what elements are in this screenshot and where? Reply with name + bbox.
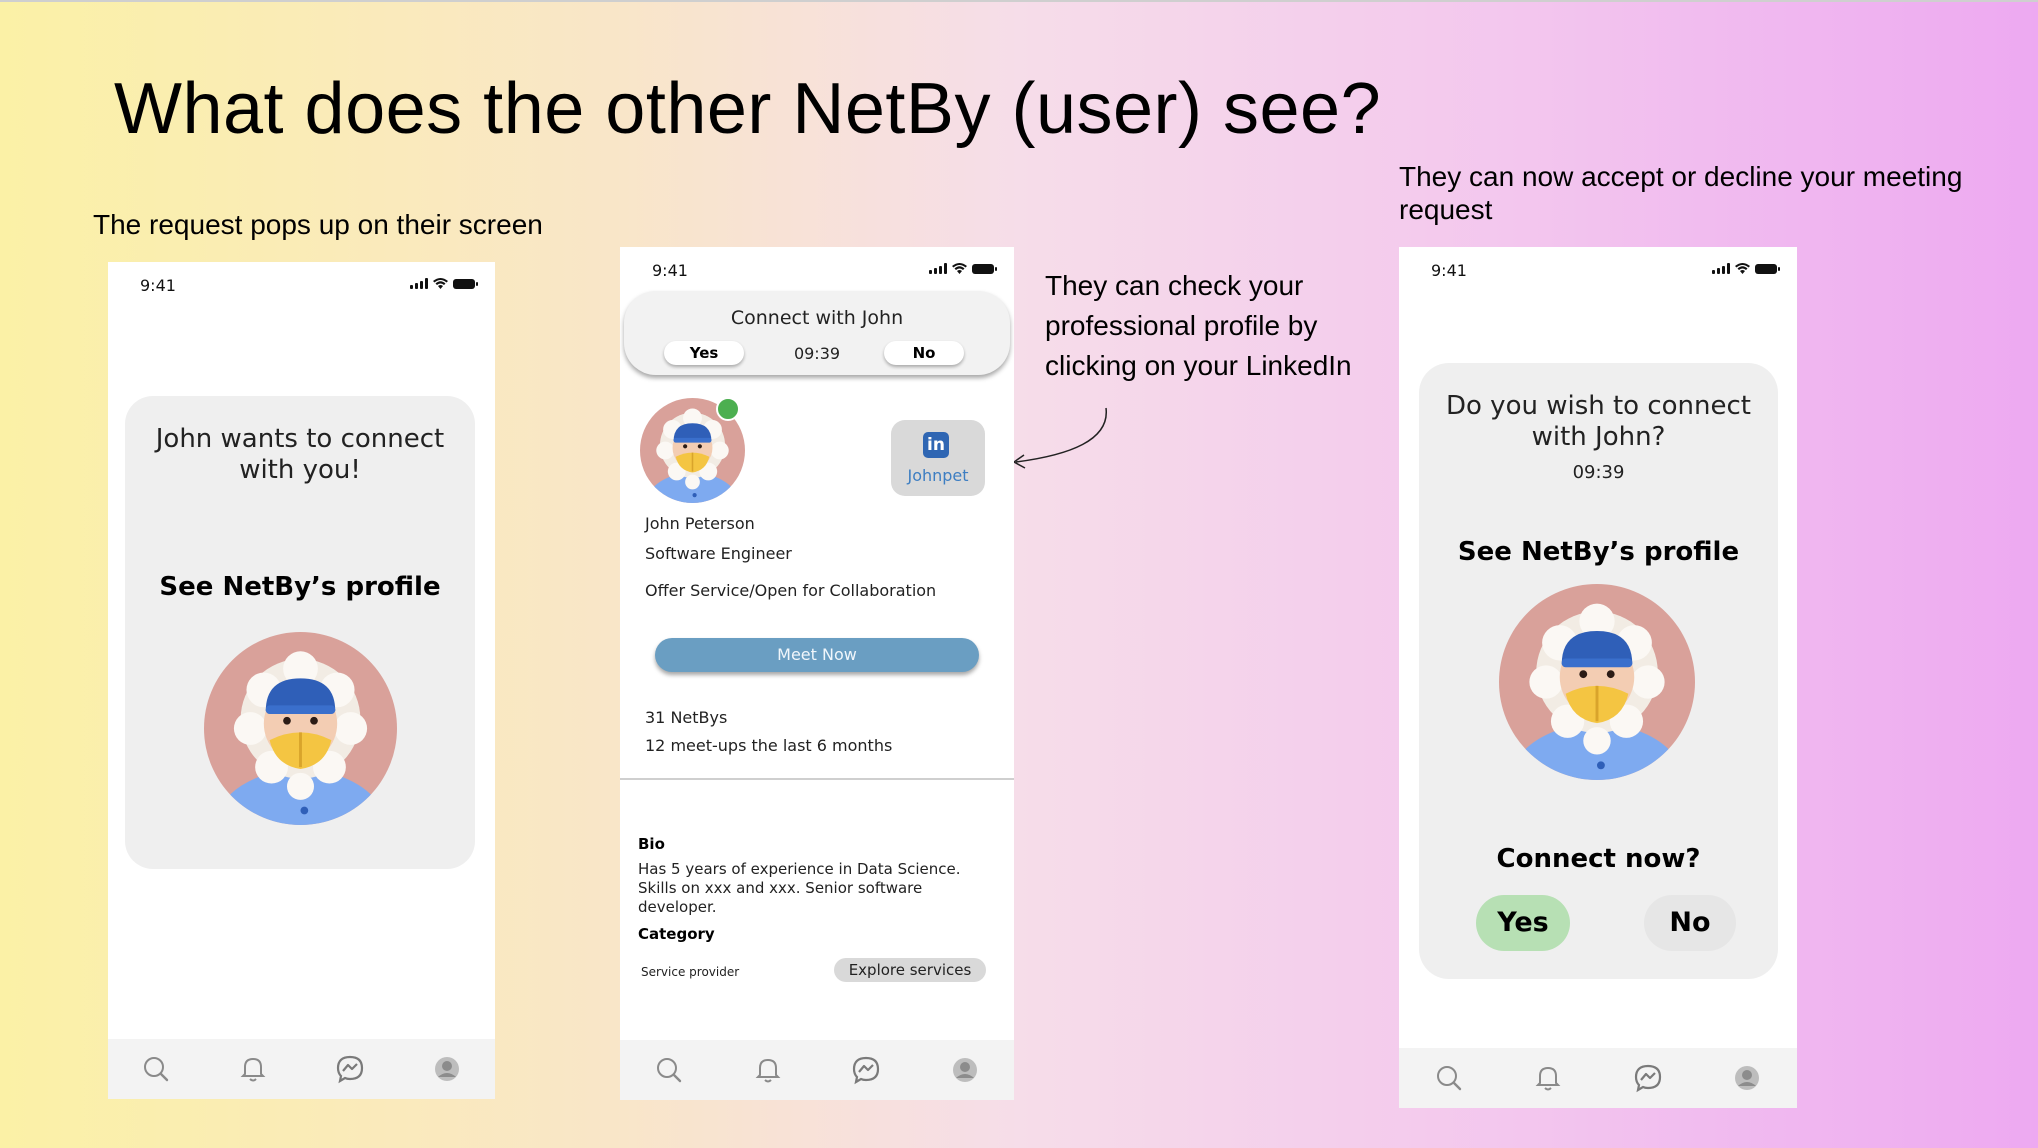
section-divider: [620, 778, 1014, 780]
phone-screen-accept: 9:41 Do you wish to connect with John? 0…: [1399, 247, 1797, 1108]
profile-name: John Peterson: [645, 514, 755, 533]
linkedin-icon: in: [923, 432, 949, 458]
banner-title: Connect with John: [730, 307, 904, 329]
see-profile-link[interactable]: See NetBy’s profile: [125, 572, 475, 602]
connect-now-label: Connect now?: [1496, 844, 1701, 874]
no-button[interactable]: No: [1644, 895, 1736, 951]
phone-screen-profile: 9:41 Connect with John Yes 09:39 No in J…: [620, 247, 1014, 1100]
status-bar: 9:41: [1399, 247, 1797, 291]
netbys-count: 31 NetBys: [645, 708, 728, 727]
wifi-icon: [952, 263, 967, 274]
search-icon[interactable]: [139, 1052, 173, 1086]
profile-icon[interactable]: [948, 1053, 982, 1087]
messenger-icon[interactable]: [1631, 1061, 1665, 1095]
explore-services-button[interactable]: Explore services: [834, 958, 986, 982]
bio-heading: Bio: [638, 835, 665, 853]
meetups-count: 12 meet-ups the last 6 months: [645, 736, 893, 755]
wifi-icon: [1735, 263, 1750, 274]
banner-no-button[interactable]: No: [884, 341, 964, 365]
meet-now-button[interactable]: Meet Now: [655, 638, 979, 672]
profile-offer: Offer Service/Open for Collaboration: [645, 581, 937, 600]
profile-icon[interactable]: [430, 1052, 464, 1086]
signal-icon: [929, 263, 947, 274]
online-status-dot: [716, 397, 740, 421]
signal-icon: [1712, 263, 1730, 274]
bell-icon[interactable]: [236, 1052, 270, 1086]
search-icon[interactable]: [1432, 1061, 1466, 1095]
caption-linkedin-check: They can check your professional profile…: [1045, 270, 1352, 381]
avatar[interactable]: [204, 632, 397, 825]
connect-question: Do you wish to connect with John?: [1445, 391, 1752, 452]
messenger-icon[interactable]: [333, 1052, 367, 1086]
status-bar: 9:41: [620, 247, 1014, 291]
battery-icon: [1755, 264, 1780, 274]
tab-bar: [1399, 1048, 1797, 1108]
yes-button[interactable]: Yes: [1476, 895, 1570, 951]
connect-notification-banner[interactable]: Connect with John Yes 09:39 No: [624, 291, 1010, 375]
see-profile-link[interactable]: See NetBy’s profile: [1419, 537, 1778, 567]
tab-bar: [108, 1039, 495, 1099]
bell-icon[interactable]: [751, 1053, 785, 1087]
caption-accept-decline: They can now accept or decline your meet…: [1399, 161, 1963, 225]
search-icon[interactable]: [652, 1053, 686, 1087]
messenger-icon[interactable]: [849, 1053, 883, 1087]
profile-role: Software Engineer: [645, 544, 792, 563]
top-border: [0, 0, 2038, 2]
accept-request-card: Do you wish to connect with John? 09:39 …: [1419, 363, 1778, 979]
status-time: 9:41: [652, 261, 688, 280]
connect-request-card: John wants to connect with you! See NetB…: [125, 396, 475, 869]
bio-text: Has 5 years of experience in Data Scienc…: [638, 860, 961, 916]
battery-icon: [972, 264, 997, 274]
status-time: 9:41: [1431, 261, 1467, 280]
category-value: Service provider: [641, 965, 740, 979]
wifi-icon: [433, 278, 448, 289]
battery-icon: [453, 279, 478, 289]
arrow-annotation: [1012, 407, 1107, 469]
slide-title: What does the other NetBy (user) see?: [114, 69, 1382, 149]
caption-request-popup: The request pops up on their screen: [93, 209, 543, 240]
linkedin-handle: Johnpet: [907, 466, 969, 485]
category-heading: Category: [638, 925, 715, 943]
connect-message: John wants to connect with you!: [155, 424, 445, 485]
signal-icon: [410, 278, 428, 289]
linkedin-button[interactable]: in Johnpet: [891, 420, 985, 496]
bell-icon[interactable]: [1531, 1061, 1565, 1095]
profile-icon[interactable]: [1730, 1061, 1764, 1095]
phone-screen-request: 9:41 John wants to connect with you! See…: [108, 262, 495, 1099]
status-bar: 9:41: [108, 262, 495, 306]
avatar[interactable]: [1499, 584, 1695, 780]
status-time: 9:41: [140, 276, 176, 295]
request-time: 09:39: [1572, 462, 1625, 483]
tab-bar: [620, 1040, 1014, 1100]
